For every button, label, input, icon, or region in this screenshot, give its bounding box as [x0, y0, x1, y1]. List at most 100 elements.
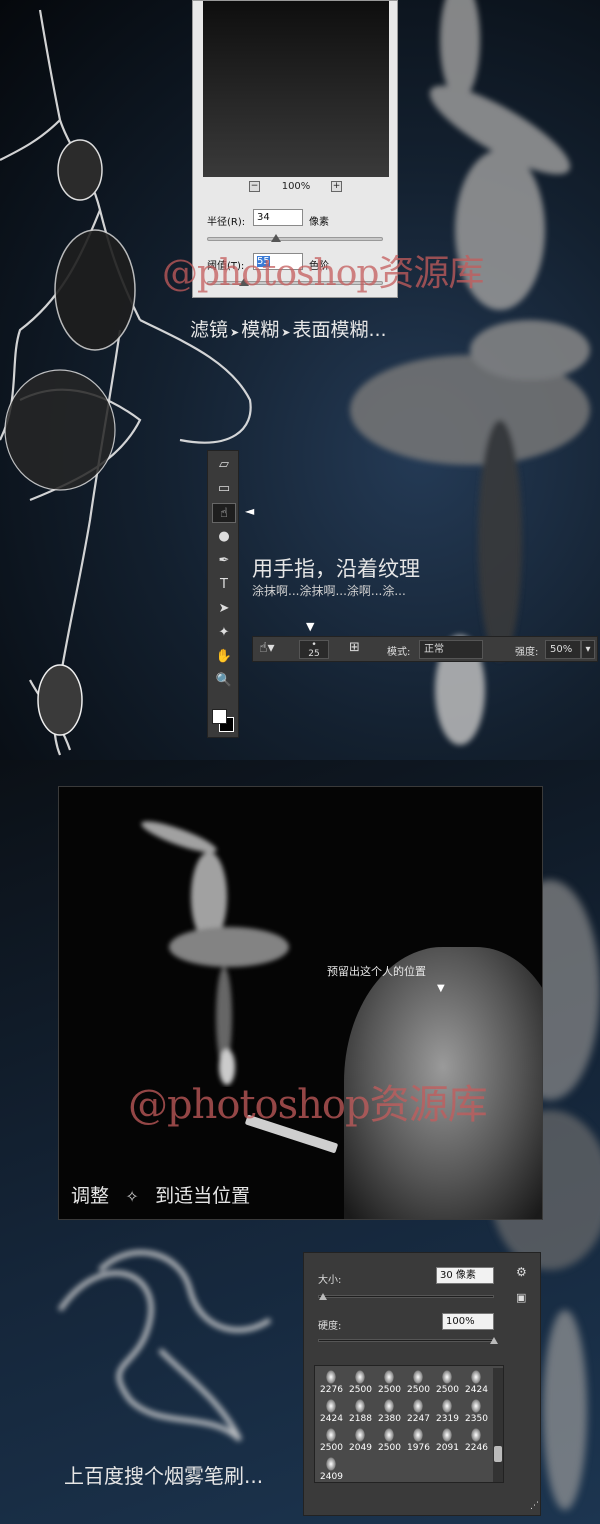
brush-tip-icon: [355, 1370, 365, 1384]
brush-grid-scrollbar[interactable]: [493, 1368, 503, 1482]
zoom-in-button[interactable]: +: [331, 181, 342, 192]
adjust-caption: 调整 ✧ 到适当位置: [71, 1181, 250, 1208]
brush-size-label: 2424: [465, 1385, 488, 1395]
brush-preset[interactable]: 2049: [346, 1426, 375, 1455]
brush-preset[interactable]: 2350: [462, 1397, 491, 1426]
mini-dancer-icon: ✧: [125, 1187, 139, 1206]
radius-slider[interactable]: [207, 237, 383, 241]
zoom-out-button[interactable]: −: [249, 181, 260, 192]
hardness-label: 硬度:: [318, 1321, 342, 1332]
brush-tip-icon: [471, 1399, 481, 1413]
document-canvas[interactable]: 预留出这个人的位置 ▼ 调整 ✧ 到适当位置: [58, 786, 543, 1220]
brush-preset[interactable]: 1976: [404, 1426, 433, 1455]
gradient-tool-icon[interactable]: ▭: [212, 479, 236, 499]
brush-preset[interactable]: 2500: [375, 1426, 404, 1455]
brush-tip-icon: [471, 1428, 481, 1442]
smoke-brush-sample-image: [57, 1250, 272, 1442]
menu-arrow-icon: ➤: [281, 326, 291, 339]
brush-tip-icon: [442, 1399, 452, 1413]
brush-preset-grid: 2276 2500 2500 2500 2500 2424 2424 2188 2380 2247…: [314, 1365, 504, 1483]
brush-size-label: 2319: [436, 1414, 459, 1424]
shape-tool-icon[interactable]: ✦: [212, 623, 236, 643]
pen-tool-icon[interactable]: ✒: [212, 551, 236, 571]
brush-dot-icon: •: [311, 640, 317, 650]
smudge-subcaption: 涂抹啊...涂抹啊...涂啊...涂...: [252, 584, 406, 598]
size-slider[interactable]: [318, 1295, 494, 1298]
brush-size-label: 2188: [349, 1414, 372, 1424]
brush-tip-icon: [326, 1399, 336, 1413]
panel-settings-icon[interactable]: ⚙: [516, 1265, 527, 1279]
brush-tip-icon: [442, 1370, 452, 1384]
brush-preset[interactable]: 2380: [375, 1397, 404, 1426]
smoke-dancer-image: [141, 821, 289, 1085]
hardness-slider-thumb[interactable]: [490, 1337, 498, 1344]
brush-preset[interactable]: 2091: [433, 1426, 462, 1455]
hand-tool-icon[interactable]: ✋: [212, 647, 236, 667]
tutorial-step-composite: 预留出这个人的位置 ▼ 调整 ✧ 到适当位置 @photoshop资源库 上百度…: [0, 760, 600, 1524]
brush-size-label: 2500: [378, 1443, 401, 1453]
brush-panel-toggle-icon[interactable]: ⊞: [349, 640, 360, 655]
size-slider-thumb[interactable]: [319, 1293, 328, 1300]
brush-tip-icon: [384, 1370, 394, 1384]
brush-preset[interactable]: 2424: [317, 1397, 346, 1426]
foreground-color-swatch[interactable]: [212, 709, 227, 724]
hardness-slider[interactable]: [318, 1339, 494, 1342]
brush-preset[interactable]: 2424: [462, 1368, 491, 1397]
brush-size-label: 2091: [436, 1443, 459, 1453]
hardness-input[interactable]: 100%: [442, 1313, 494, 1330]
strength-input[interactable]: 50%: [545, 640, 581, 659]
zoom-tool-icon[interactable]: 🔍: [212, 671, 236, 691]
watermark: @photoshop资源库: [162, 253, 484, 294]
path-select-tool-icon[interactable]: ➤: [212, 599, 236, 619]
brush-size-pointer-icon: ▼: [306, 620, 315, 633]
brush-tip-icon: [326, 1370, 336, 1384]
strength-dropdown-icon[interactable]: ▾: [581, 640, 595, 659]
brush-preset[interactable]: 2500: [317, 1426, 346, 1455]
brush-size-label: 2350: [465, 1414, 488, 1424]
size-input[interactable]: 30 像素: [436, 1267, 494, 1284]
brush-preset[interactable]: 2500: [404, 1368, 433, 1397]
brush-size-label: 2500: [349, 1385, 372, 1395]
menu-filter: 滤镜: [190, 319, 229, 341]
resize-grip-icon[interactable]: ⋰: [530, 1501, 539, 1511]
brush-preset[interactable]: 2247: [404, 1397, 433, 1426]
brush-preset[interactable]: 2188: [346, 1397, 375, 1426]
smudge-tool-icon[interactable]: ☝: [212, 503, 236, 523]
adjust-caption-pre: 调整: [71, 1185, 110, 1207]
brush-preset[interactable]: 2500: [433, 1368, 462, 1397]
new-preset-icon[interactable]: ▣: [516, 1291, 526, 1304]
brush-tip-icon: [413, 1370, 423, 1384]
menu-path-caption: 滤镜 ➤ 模糊 ➤ 表面模糊...: [190, 315, 387, 342]
brush-preset[interactable]: 2500: [375, 1368, 404, 1397]
radius-slider-thumb[interactable]: [270, 234, 281, 242]
mode-label: 模式:: [387, 647, 411, 658]
radius-unit: 像素: [309, 217, 329, 228]
smudge-preset-icon[interactable]: ☝▾: [259, 640, 275, 656]
brush-preset[interactable]: 2246: [462, 1426, 491, 1455]
dodge-tool-icon[interactable]: ●: [212, 527, 236, 547]
type-tool-icon[interactable]: T: [212, 575, 236, 595]
brush-preset[interactable]: 2319: [433, 1397, 462, 1426]
brush-tip-icon: [413, 1399, 423, 1413]
tutorial-step-surface-blur: − 100% + 半径(R): 34 像素 阈值(T): 55 色阶 @phot…: [0, 0, 600, 760]
brush-preset-panel: 大小: 30 像素 ⚙ ▣ 硬度: 100% 2276 2500 2500 2500 2…: [303, 1252, 541, 1516]
brush-size-label: 2409: [320, 1472, 343, 1482]
tools-panel: ▱ ▭ ☝ ● ✒ T ➤ ✦ ✋ 🔍: [207, 450, 239, 738]
brush-size-value: 25: [308, 649, 320, 659]
brush-preset[interactable]: 2500: [346, 1368, 375, 1397]
brush-preset[interactable]: 2409: [317, 1455, 346, 1484]
brush-size-label: 2500: [320, 1443, 343, 1453]
brush-tip-icon: [326, 1428, 336, 1442]
brush-preset[interactable]: 2276: [317, 1368, 346, 1397]
smudge-options-bar: ☝▾ • 25 ⊞ 模式: 正常 强度: 50% ▾: [252, 636, 598, 662]
radius-input[interactable]: 34: [253, 209, 303, 226]
brush-size-label: 1976: [407, 1443, 430, 1453]
blur-preview[interactable]: [203, 1, 389, 177]
brush-size-label: 2500: [436, 1385, 459, 1395]
brush-size-label: 2247: [407, 1414, 430, 1424]
mode-select[interactable]: 正常: [419, 640, 483, 659]
brush-size-picker[interactable]: • 25: [299, 640, 329, 659]
eraser-tool-icon[interactable]: ▱: [212, 455, 236, 475]
active-tool-pointer-icon: ◄: [245, 504, 255, 518]
scrollbar-thumb[interactable]: [494, 1446, 502, 1462]
